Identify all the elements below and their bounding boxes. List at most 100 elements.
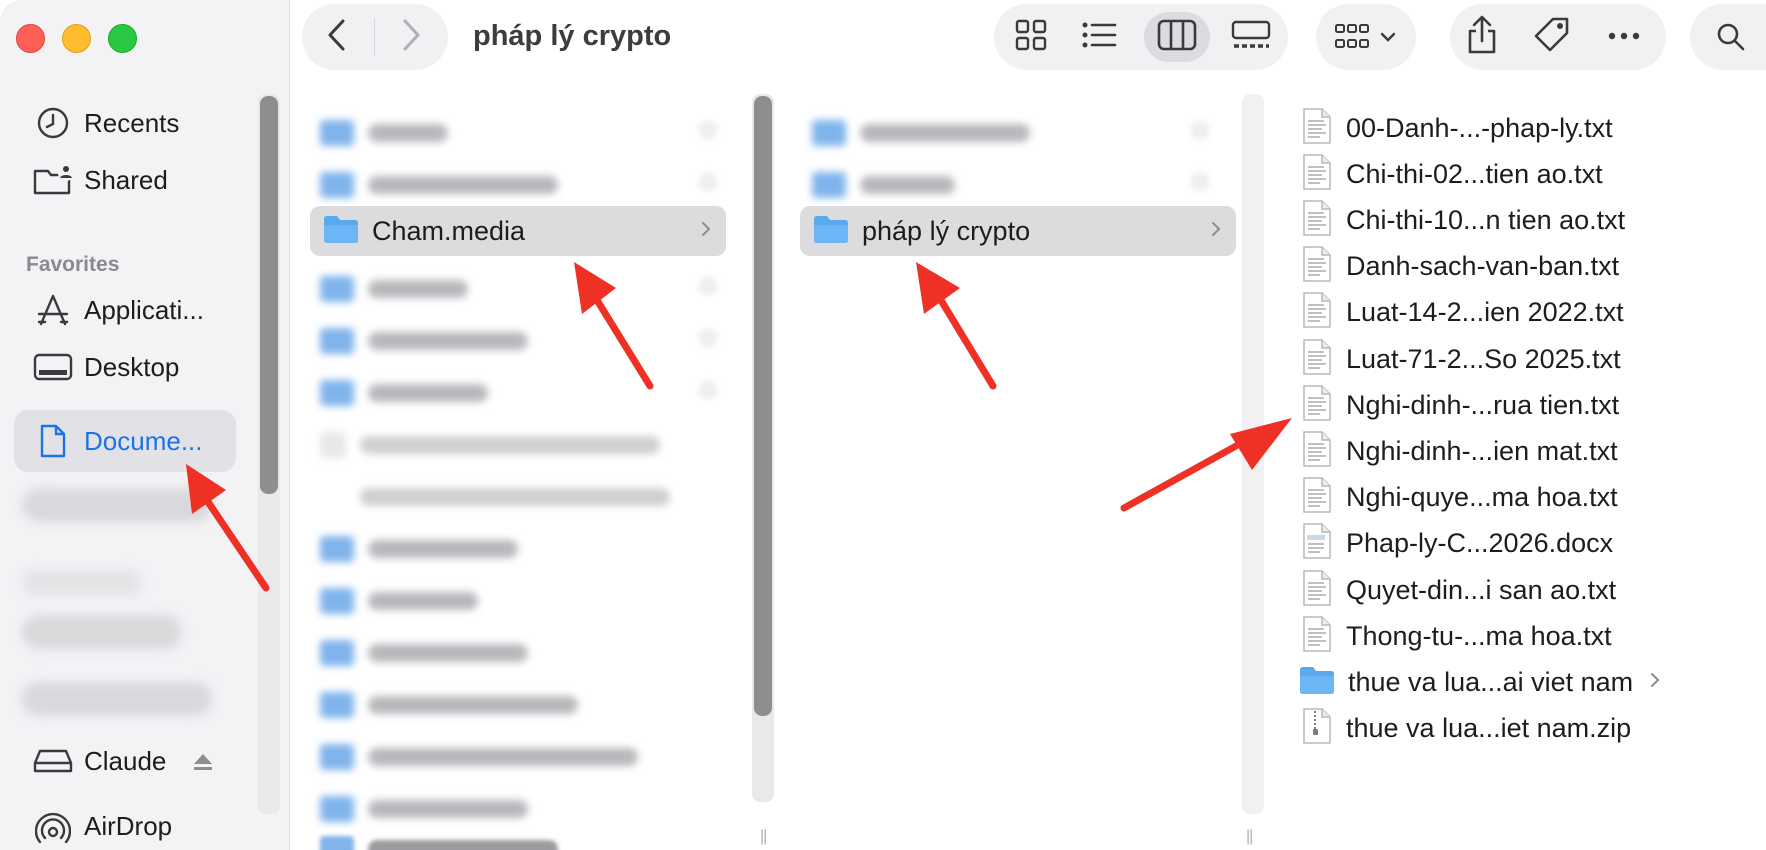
file-row[interactable]: Quyet-din...i san ao.txt: [1302, 567, 1616, 613]
file-row[interactable]: Nghi-dinh-...ien mat.txt: [1302, 428, 1618, 474]
file-name: thue va lua...iet nam.zip: [1346, 713, 1632, 744]
blurred-folder-row[interactable]: [320, 536, 518, 562]
blurred-folder-row[interactable]: [320, 328, 528, 354]
actions-group: [1450, 4, 1666, 70]
list-view-button[interactable]: [1066, 12, 1132, 62]
file-name: Chi-thi-10...n tien ao.txt: [1346, 204, 1626, 235]
sidebar-item-desktop[interactable]: Desktop: [14, 336, 236, 398]
blurred-folder-row[interactable]: [812, 120, 1030, 146]
column-2: pháp lý crypto ||: [780, 90, 1253, 850]
blurred-folder-row[interactable]: [320, 796, 528, 822]
airdrop-icon: [30, 806, 76, 846]
share-button[interactable]: [1458, 15, 1506, 58]
column-3-scrollbar[interactable]: [1242, 94, 1264, 814]
window-title: pháp lý crypto: [473, 20, 672, 52]
search-icon: [1716, 22, 1746, 57]
file-row[interactable]: 00-Danh-...-phap-ly.txt: [1302, 105, 1613, 151]
file-row[interactable]: Thong-tu-...ma hoa.txt: [1302, 613, 1612, 659]
tag-button[interactable]: [1528, 16, 1576, 58]
text-file-icon: [1302, 430, 1332, 473]
more-actions-button[interactable]: [1600, 16, 1648, 58]
folder-row-cham-media[interactable]: Cham.media: [310, 206, 726, 256]
blurred-file-row[interactable]: [320, 484, 670, 510]
sidebar-item-recents[interactable]: Recents: [14, 92, 236, 154]
file-row[interactable]: Nghi-dinh-...rua tien.txt: [1302, 382, 1619, 428]
sidebar-scrollbar-thumb[interactable]: [260, 96, 278, 494]
file-row[interactable]: Chi-thi-10...n tien ao.txt: [1302, 197, 1625, 243]
favorites-header: Favorites: [26, 253, 120, 276]
navigation-group: [302, 4, 448, 70]
eject-icon[interactable]: [192, 752, 214, 777]
blurred-sidebar-item[interactable]: [22, 615, 182, 649]
blurred-folder-row[interactable]: [320, 380, 488, 406]
blurred-folder-row[interactable]: [812, 172, 955, 198]
file-name: Nghi-quye...ma hoa.txt: [1346, 482, 1618, 513]
view-mode-group: [994, 4, 1288, 70]
gallery-view-button[interactable]: [1218, 12, 1284, 62]
file-name: 00-Danh-...-phap-ly.txt: [1346, 112, 1613, 143]
blurred-folder-row[interactable]: [320, 588, 478, 614]
column-1-scrollbar[interactable]: [752, 94, 774, 802]
gallery-view-icon: [1231, 20, 1271, 55]
icon-view-button[interactable]: [998, 12, 1064, 62]
text-file-icon: [1302, 569, 1332, 612]
text-file-icon: [1302, 476, 1332, 519]
blurred-folder-row[interactable]: [320, 172, 558, 198]
group-by-icon: [1334, 22, 1372, 57]
file-row[interactable]: Luat-14-2...ien 2022.txt: [1302, 290, 1624, 336]
grid-view-icon: [1015, 19, 1047, 56]
forward-button[interactable]: [390, 16, 432, 58]
blurred-folder-row[interactable]: [320, 692, 578, 718]
blurred-folder-row[interactable]: [320, 744, 638, 770]
blurred-folder-row[interactable]: [320, 276, 468, 302]
partial-folder-row[interactable]: [320, 836, 558, 850]
chevron-left-icon: [326, 18, 348, 57]
list-view-icon: [1081, 20, 1117, 55]
file-row[interactable]: Phap-ly-C...2026.docx: [1302, 521, 1613, 567]
document-icon: [30, 421, 76, 461]
column-view-button[interactable]: [1144, 12, 1210, 62]
file-row[interactable]: thue va lua...iet nam.zip: [1302, 706, 1631, 752]
sidebar-item-label: Shared: [84, 164, 168, 195]
folder-row[interactable]: thue va lua...ai viet nam: [1298, 659, 1661, 705]
minimize-window-button[interactable]: [62, 24, 91, 53]
column-resize-handle[interactable]: ||: [1246, 828, 1253, 846]
column-resize-handle[interactable]: ||: [760, 828, 767, 846]
sidebar-item-shared[interactable]: Shared: [14, 149, 236, 211]
text-file-icon: [1302, 615, 1332, 658]
file-row[interactable]: Danh-sach-van-ban.txt: [1302, 244, 1619, 290]
folder-name: pháp lý crypto: [862, 215, 1031, 246]
chevron-down-icon: [1380, 30, 1396, 48]
blurred-sidebar-section: [22, 570, 142, 596]
text-file-icon: [1302, 107, 1332, 150]
folder-row-phap-ly-crypto[interactable]: pháp lý crypto: [800, 206, 1236, 256]
sidebar-item-applications[interactable]: Applicati...: [14, 279, 236, 341]
chevron-right-icon: [1210, 218, 1222, 245]
text-file-icon: [1302, 338, 1332, 381]
file-row[interactable]: Luat-71-2...So 2025.txt: [1302, 336, 1621, 382]
search-button[interactable]: [1690, 4, 1766, 70]
text-file-icon: [1302, 199, 1332, 242]
zoom-window-button[interactable]: [108, 24, 137, 53]
sidebar-item-airdrop[interactable]: AirDrop: [14, 795, 236, 850]
file-row[interactable]: Chi-thi-02...tien ao.txt: [1302, 151, 1603, 197]
file-row[interactable]: Nghi-quye...ma hoa.txt: [1302, 475, 1618, 521]
blurred-sidebar-item[interactable]: [22, 488, 212, 522]
sidebar-item-label: Claude: [84, 745, 167, 776]
sidebar-item-documents[interactable]: Docume...: [14, 410, 236, 472]
sidebar-scrollbar[interactable]: [258, 94, 280, 814]
blurred-file-row[interactable]: [320, 432, 660, 458]
back-button[interactable]: [316, 16, 358, 58]
external-drive-icon: [30, 741, 76, 781]
file-name: Danh-sach-van-ban.txt: [1346, 251, 1620, 282]
blurred-folder-row[interactable]: [320, 120, 448, 146]
folder-icon: [812, 214, 850, 249]
close-window-button[interactable]: [16, 24, 45, 53]
sidebar-item-label: AirDrop: [84, 810, 173, 841]
ellipsis-icon: [1607, 28, 1641, 46]
blurred-sidebar-item[interactable]: [22, 682, 212, 716]
group-by-button[interactable]: [1316, 4, 1416, 70]
blurred-folder-row[interactable]: [320, 640, 528, 666]
column-1-scrollbar-thumb[interactable]: [754, 96, 772, 716]
file-name: Luat-71-2...So 2025.txt: [1346, 343, 1621, 374]
